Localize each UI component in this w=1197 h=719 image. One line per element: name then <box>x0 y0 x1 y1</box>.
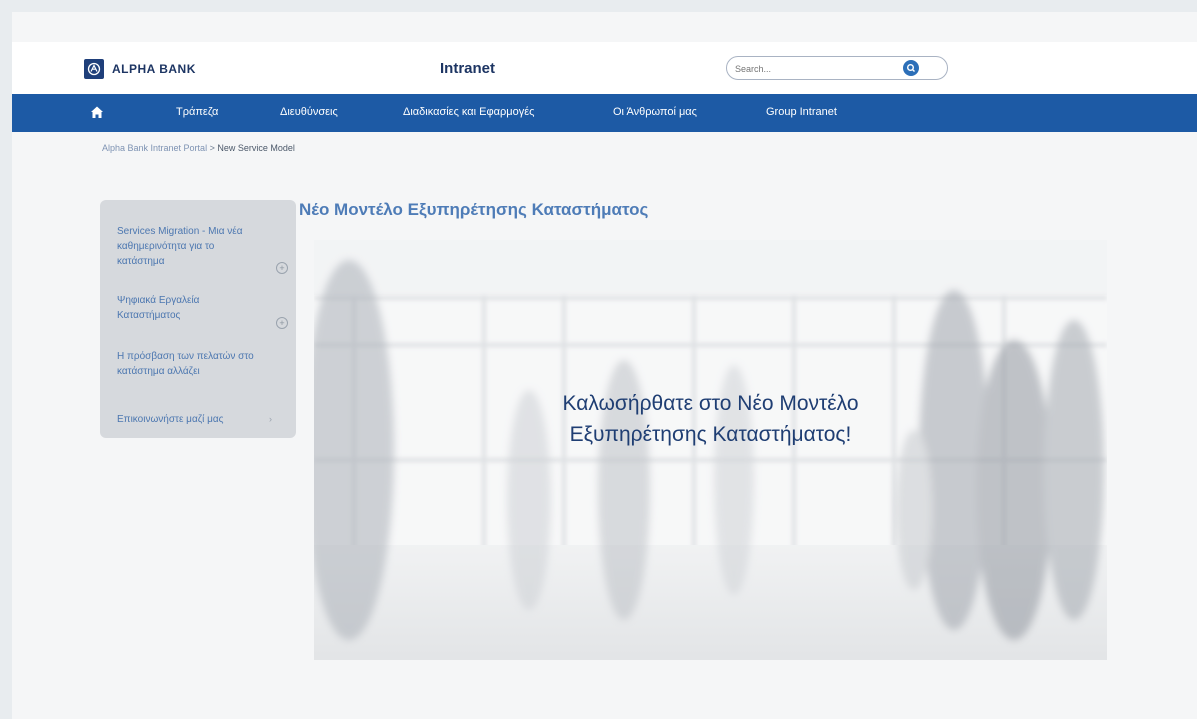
nav-item-procedures[interactable]: Διαδικασίες και Εφαρμογές <box>403 106 534 118</box>
app-title: Intranet <box>440 60 496 77</box>
breadcrumb-current: New Service Model <box>217 143 295 153</box>
hero-office-background <box>314 240 1107 660</box>
breadcrumb-root-link[interactable]: Alpha Bank Intranet Portal <box>102 143 207 153</box>
plus-circle-icon[interactable]: + <box>276 262 288 274</box>
main-nav: Τράπεζα Διευθύνσεις Διαδικασίες και Εφαρ… <box>12 94 1197 132</box>
sidebar-item-contact-us[interactable]: Επικοινωνήστε μαζί μας › <box>117 412 287 427</box>
top-bar: ALPHA BANK Intranet <box>12 42 1197 94</box>
alpha-bank-logo[interactable]: ALPHA BANK <box>84 58 196 80</box>
nav-item-our-people[interactable]: Οι Άνθρωποί μας <box>613 106 697 118</box>
breadcrumb: Alpha Bank Intranet Portal > New Service… <box>102 143 295 153</box>
chevron-right-icon: › <box>269 414 272 424</box>
logo-text: ALPHA BANK <box>112 62 196 76</box>
sidebar-item-services-migration[interactable]: Services Migration - Μια νέα καθημερινότ… <box>117 224 262 269</box>
hero-line-1: Καλωσήρθατε στο Νέο Μοντέλο <box>562 392 859 415</box>
hero-welcome-text: Καλωσήρθατε στο Νέο Μοντέλο Εξυπηρέτησης… <box>314 388 1107 450</box>
sidebar-item-label: Ψηφιακά Εργαλεία Καταστήματος <box>117 295 200 321</box>
nav-item-group-intranet[interactable]: Group Intranet <box>766 106 837 118</box>
sidebar-item-customer-access[interactable]: Η πρόσβαση των πελατών στο κατάστημα αλλ… <box>117 349 262 379</box>
search-button[interactable] <box>903 60 919 76</box>
alpha-bank-emblem-icon <box>84 59 104 79</box>
sidebar-item-label: Η πρόσβαση των πελατών στο κατάστημα αλλ… <box>117 351 254 377</box>
home-icon <box>91 106 103 118</box>
sidebar: Services Migration - Μια νέα καθημερινότ… <box>100 200 296 438</box>
nav-item-directorates[interactable]: Διευθύνσεις <box>280 106 338 118</box>
search-icon <box>907 64 915 72</box>
hero-line-2: Εξυπηρέτησης Καταστήματος! <box>569 423 852 446</box>
breadcrumb-separator: > <box>207 143 218 153</box>
search-box <box>726 56 948 80</box>
sidebar-item-digital-tools[interactable]: Ψηφιακά Εργαλεία Καταστήματος <box>117 293 257 323</box>
nav-home-button[interactable] <box>90 105 104 119</box>
sidebar-item-label: Επικοινωνήστε μαζί μας <box>117 414 224 425</box>
sidebar-item-label: Services Migration - Μια νέα καθημερινότ… <box>117 226 243 267</box>
plus-circle-icon[interactable]: + <box>276 317 288 329</box>
page-title: Νέο Μοντέλο Εξυπηρέτησης Καταστήματος <box>299 200 649 219</box>
hero-banner: Καλωσήρθατε στο Νέο Μοντέλο Εξυπηρέτησης… <box>314 240 1107 660</box>
nav-item-bank[interactable]: Τράπεζα <box>176 106 218 118</box>
search-input[interactable] <box>735 61 885 76</box>
page: ALPHA BANK Intranet Τράπεζα Διευθύνσεις … <box>12 12 1197 719</box>
